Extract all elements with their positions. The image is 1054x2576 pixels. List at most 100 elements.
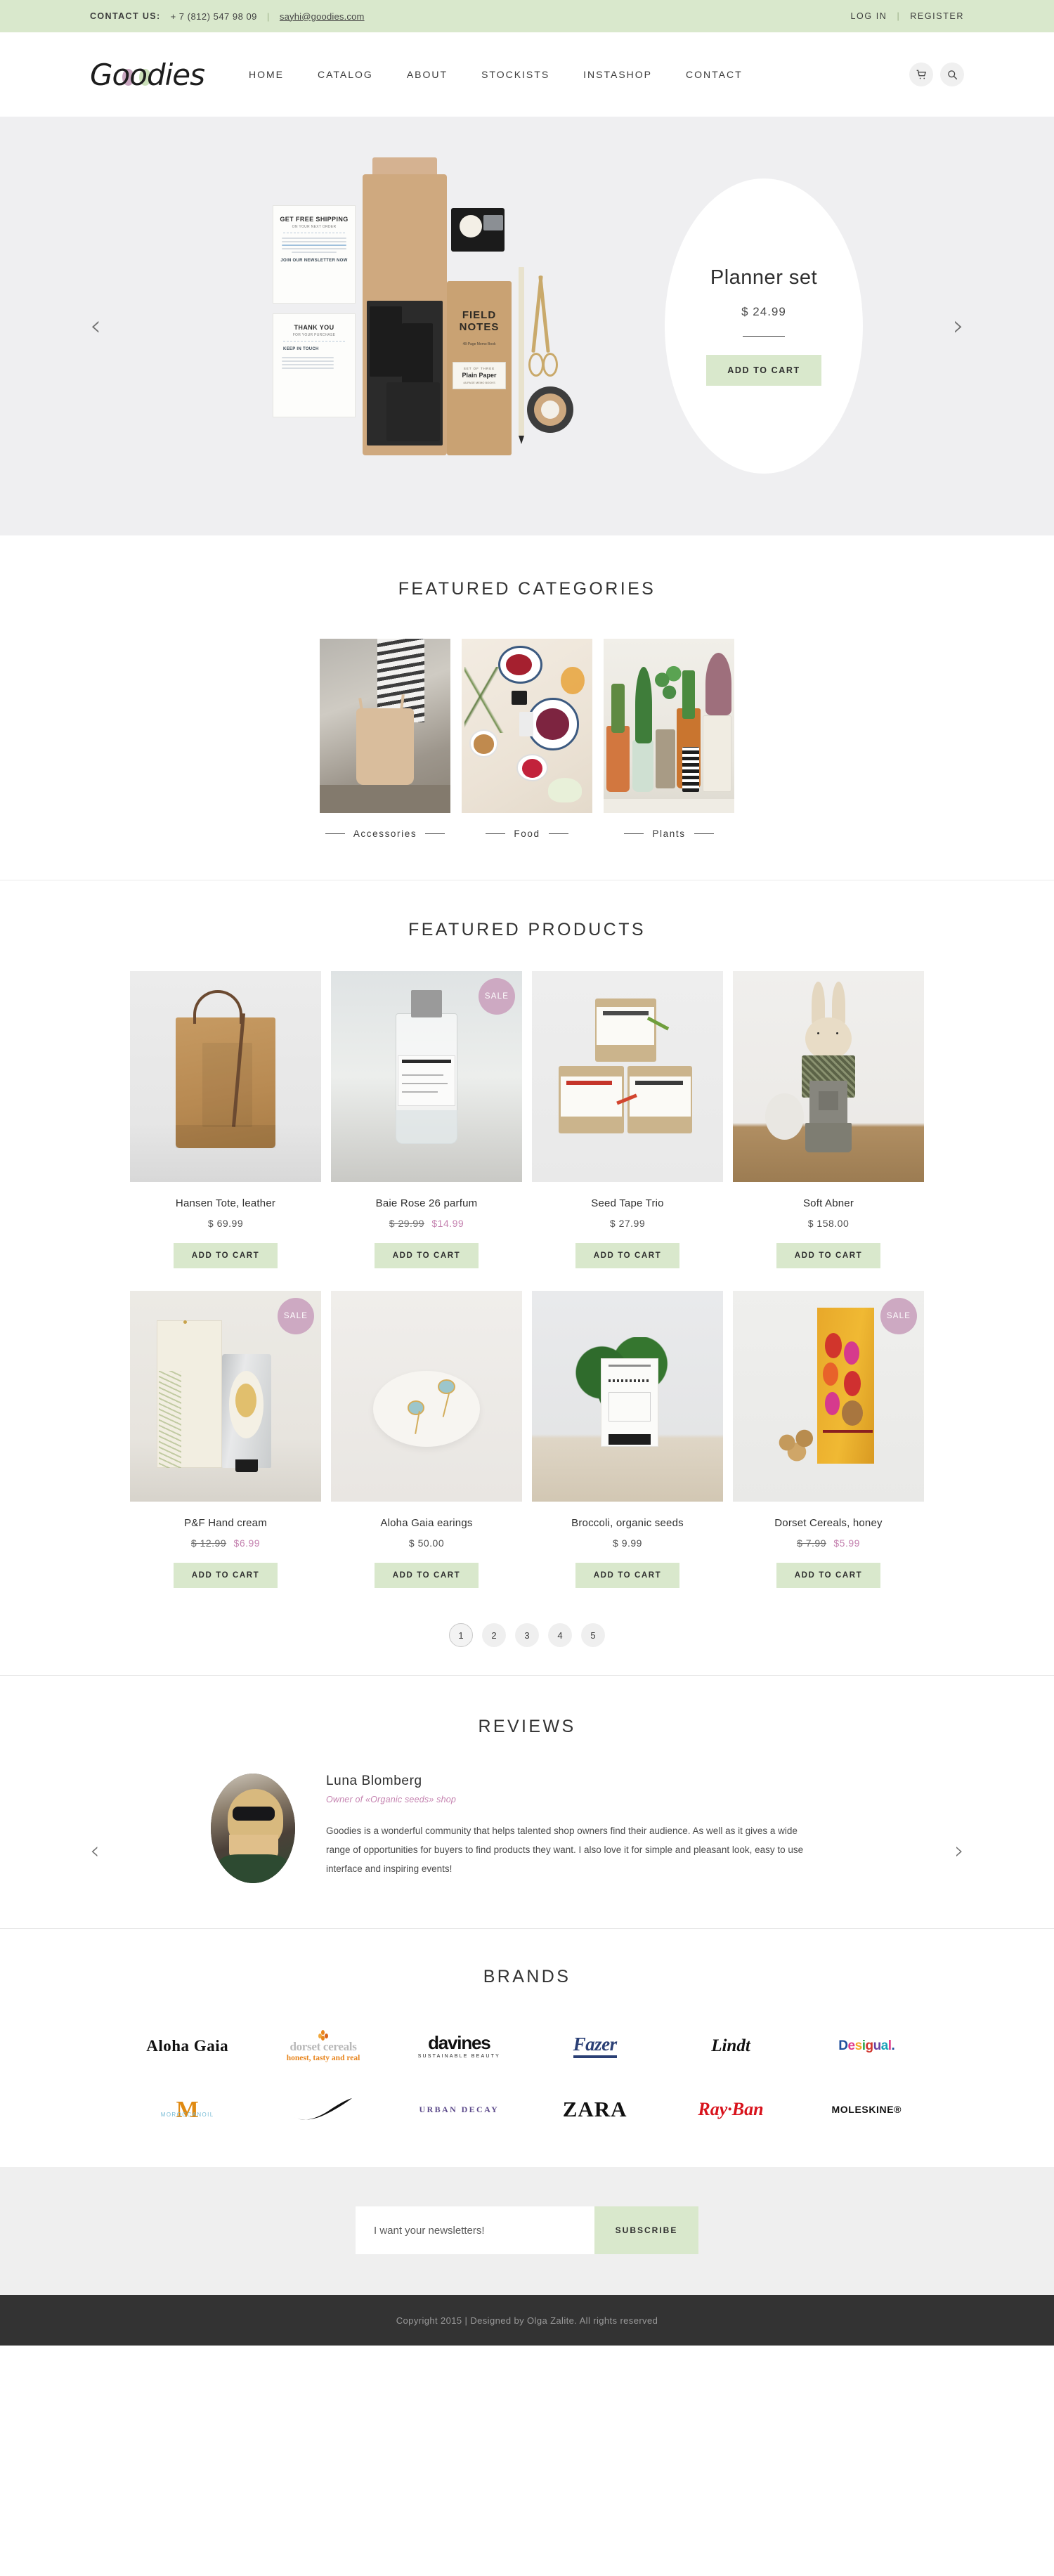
product-card[interactable]: Seed Tape Trio $ 27.99 ADD TO CART bbox=[532, 971, 723, 1268]
cart-button[interactable] bbox=[909, 63, 933, 86]
contact-email-link[interactable]: sayhi@goodies.com bbox=[280, 11, 365, 22]
add-to-cart-button[interactable]: ADD TO CART bbox=[374, 1563, 479, 1588]
add-to-cart-button[interactable]: ADD TO CART bbox=[173, 1563, 278, 1588]
add-to-cart-button[interactable]: ADD TO CART bbox=[776, 1563, 881, 1588]
category-name-plants: Plants bbox=[652, 828, 686, 839]
product-card[interactable]: SALE Baie Rose 26 parfum $ 29.99 $14.99 … bbox=[331, 971, 522, 1268]
pagination-page-3[interactable]: 3 bbox=[515, 1623, 539, 1647]
notebook-label-bot: 48-PAGE MEMO BOOKS bbox=[463, 380, 495, 384]
fazer-underline bbox=[573, 2055, 617, 2059]
product-image-baie-rose: SALE bbox=[331, 971, 522, 1182]
product-image-hansen-tote bbox=[130, 971, 321, 1182]
notebook-label: SET OF THREE Plain Paper 48-PAGE MEMO BO… bbox=[453, 361, 506, 389]
category-card-food[interactable]: Food bbox=[462, 639, 592, 839]
nav-item-home[interactable]: HOME bbox=[249, 69, 284, 80]
brand-row-2: M MOROCCANOIL URBAN DECAY ZARA Ray·Ban M… bbox=[119, 2084, 935, 2135]
product-price: $ 9.99 bbox=[613, 1537, 642, 1549]
product-image-dorset-cereals: SALE bbox=[733, 1291, 924, 1502]
product-name: Seed Tape Trio bbox=[591, 1197, 664, 1209]
category-card-accessories[interactable]: Accessories bbox=[320, 639, 450, 839]
flatlay-tape-roll bbox=[460, 215, 482, 238]
product-name: Dorset Cereals, honey bbox=[774, 1517, 883, 1529]
category-image-plants bbox=[604, 639, 734, 813]
reviewer-name: Luna Blomberg bbox=[326, 1774, 422, 1788]
brand-name-urban-decay: URBAN DECAY bbox=[419, 2104, 500, 2114]
brand-fazer[interactable]: Fazer bbox=[527, 2021, 663, 2071]
flatlay-tissue bbox=[386, 382, 440, 441]
nav-item-about[interactable]: ABOUT bbox=[407, 69, 448, 80]
logo-text: Goodies bbox=[90, 57, 205, 92]
product-image-broccoli-seeds bbox=[532, 1291, 723, 1502]
newsletter-email-input[interactable] bbox=[356, 2206, 594, 2254]
product-price: $ 50.00 bbox=[408, 1537, 445, 1549]
product-old-price: $ 29.99 bbox=[389, 1218, 424, 1229]
nav-item-contact[interactable]: CONTACT bbox=[686, 69, 743, 80]
brand-zara[interactable]: ZARA bbox=[527, 2084, 663, 2135]
site-header: Goodies HOME CATALOG ABOUT STOCKISTS INS… bbox=[0, 32, 1054, 117]
hero-prev-arrow[interactable]: ‹ bbox=[90, 312, 101, 340]
product-image-soft-abner bbox=[733, 971, 924, 1182]
header-icon-group bbox=[909, 63, 964, 86]
search-button[interactable] bbox=[940, 63, 964, 86]
product-card[interactable]: SALE Dorset Cereals, honey $ 7.99 $5.99 … bbox=[733, 1291, 924, 1588]
product-image-seed-tape bbox=[532, 971, 723, 1182]
brand-ray-ban[interactable]: Ray·Ban bbox=[663, 2084, 798, 2135]
hero-product-image: GET FREE SHIPPING ON YOUR NEXT ORDER JOI… bbox=[260, 150, 696, 502]
notebook-label-mid: Plain Paper bbox=[462, 371, 497, 379]
nav-item-stockists[interactable]: STOCKISTS bbox=[481, 69, 549, 80]
brand-urban-decay[interactable]: URBAN DECAY bbox=[391, 2084, 527, 2135]
main-navigation: HOME CATALOG ABOUT STOCKISTS INSTASHOP C… bbox=[223, 69, 909, 80]
nav-item-instashop[interactable]: INSTASHOP bbox=[583, 69, 652, 80]
category-label-food: Food bbox=[462, 828, 592, 839]
brand-lindt[interactable]: Lindt bbox=[663, 2021, 798, 2071]
product-card[interactable]: Soft Abner $ 158.00 ADD TO CART bbox=[733, 971, 924, 1268]
brand-row-1: Aloha Gaia dorset cereals honest, tasty … bbox=[119, 2021, 935, 2071]
product-card[interactable]: SALE P&F Hand cream $ 12.99 $6.99 ADD TO… bbox=[130, 1291, 321, 1588]
top-contact-bar: CONTACT US: + 7 (812) 547 98 09 | sayhi@… bbox=[0, 0, 1054, 32]
reviews-section: REVIEWS ‹ › Luna Blomberg Owner of «Orga… bbox=[0, 1676, 1054, 1928]
nav-item-catalog[interactable]: CATALOG bbox=[318, 69, 373, 80]
category-label-plants: Plants bbox=[604, 828, 734, 839]
brand-aloha-gaia[interactable]: Aloha Gaia bbox=[119, 2021, 255, 2071]
brand-nike[interactable] bbox=[255, 2084, 391, 2135]
pagination-page-4[interactable]: 4 bbox=[548, 1623, 572, 1647]
brand-name-zara: ZARA bbox=[562, 2096, 627, 2121]
site-logo[interactable]: Goodies bbox=[90, 58, 223, 92]
review-next-arrow[interactable]: › bbox=[954, 1839, 964, 1863]
product-image-pf-hand-cream: SALE bbox=[130, 1291, 321, 1502]
hero-add-to-cart-button[interactable]: ADD TO CART bbox=[706, 355, 821, 386]
product-price: $ 27.99 bbox=[609, 1218, 646, 1229]
brand-name-lindt: Lindt bbox=[711, 2036, 750, 2055]
brand-moleskine[interactable]: MOLESKINE® bbox=[799, 2084, 935, 2135]
pagination-page-5[interactable]: 5 bbox=[581, 1623, 605, 1647]
category-label-accessories: Accessories bbox=[320, 828, 450, 839]
review-prev-arrow[interactable]: ‹ bbox=[90, 1839, 100, 1863]
product-card[interactable]: Aloha Gaia earings $ 50.00 ADD TO CART bbox=[331, 1291, 522, 1588]
brand-moroccanoil[interactable]: M MOROCCANOIL bbox=[119, 2084, 255, 2135]
add-to-cart-button[interactable]: ADD TO CART bbox=[575, 1563, 680, 1588]
product-name: Soft Abner bbox=[802, 1197, 854, 1209]
add-to-cart-button[interactable]: ADD TO CART bbox=[776, 1243, 881, 1268]
add-to-cart-button[interactable]: ADD TO CART bbox=[575, 1243, 680, 1268]
pagination-page-1[interactable]: 1 bbox=[449, 1623, 473, 1647]
add-to-cart-button[interactable]: ADD TO CART bbox=[173, 1243, 278, 1268]
brand-dorset-cereals[interactable]: dorset cereals honest, tasty and real bbox=[255, 2021, 391, 2071]
hero-next-arrow[interactable]: › bbox=[953, 312, 964, 340]
note2-foot: KEEP IN TOUCH bbox=[283, 347, 319, 351]
pagination-page-2[interactable]: 2 bbox=[482, 1623, 506, 1647]
brand-davines[interactable]: davines SUSTAINABLE BEAUTY bbox=[391, 2021, 527, 2071]
sale-badge: SALE bbox=[479, 978, 515, 1015]
product-card[interactable]: Hansen Tote, leather $ 69.99 ADD TO CART bbox=[130, 971, 321, 1268]
add-to-cart-button[interactable]: ADD TO CART bbox=[374, 1243, 479, 1268]
site-footer: Copyright 2015 | Designed by Olga Zalite… bbox=[0, 2295, 1054, 2346]
brand-name-moleskine: MOLESKINE® bbox=[831, 2103, 902, 2115]
product-price: $ 158.00 bbox=[807, 1218, 850, 1229]
login-link[interactable]: LOG IN bbox=[850, 11, 887, 21]
category-card-plants[interactable]: Plants bbox=[604, 639, 734, 839]
subscribe-button[interactable]: SUBSCRIBE bbox=[594, 2206, 698, 2254]
register-link[interactable]: REGISTER bbox=[910, 11, 964, 21]
note1-foot: JOIN OUR NEWSLETTER NOW bbox=[280, 259, 348, 263]
featured-categories-title: FEATURED CATEGORIES bbox=[398, 579, 656, 599]
brand-desigual[interactable]: Desigual. bbox=[799, 2021, 935, 2071]
product-card[interactable]: Broccoli, organic seeds $ 9.99 ADD TO CA… bbox=[532, 1291, 723, 1588]
